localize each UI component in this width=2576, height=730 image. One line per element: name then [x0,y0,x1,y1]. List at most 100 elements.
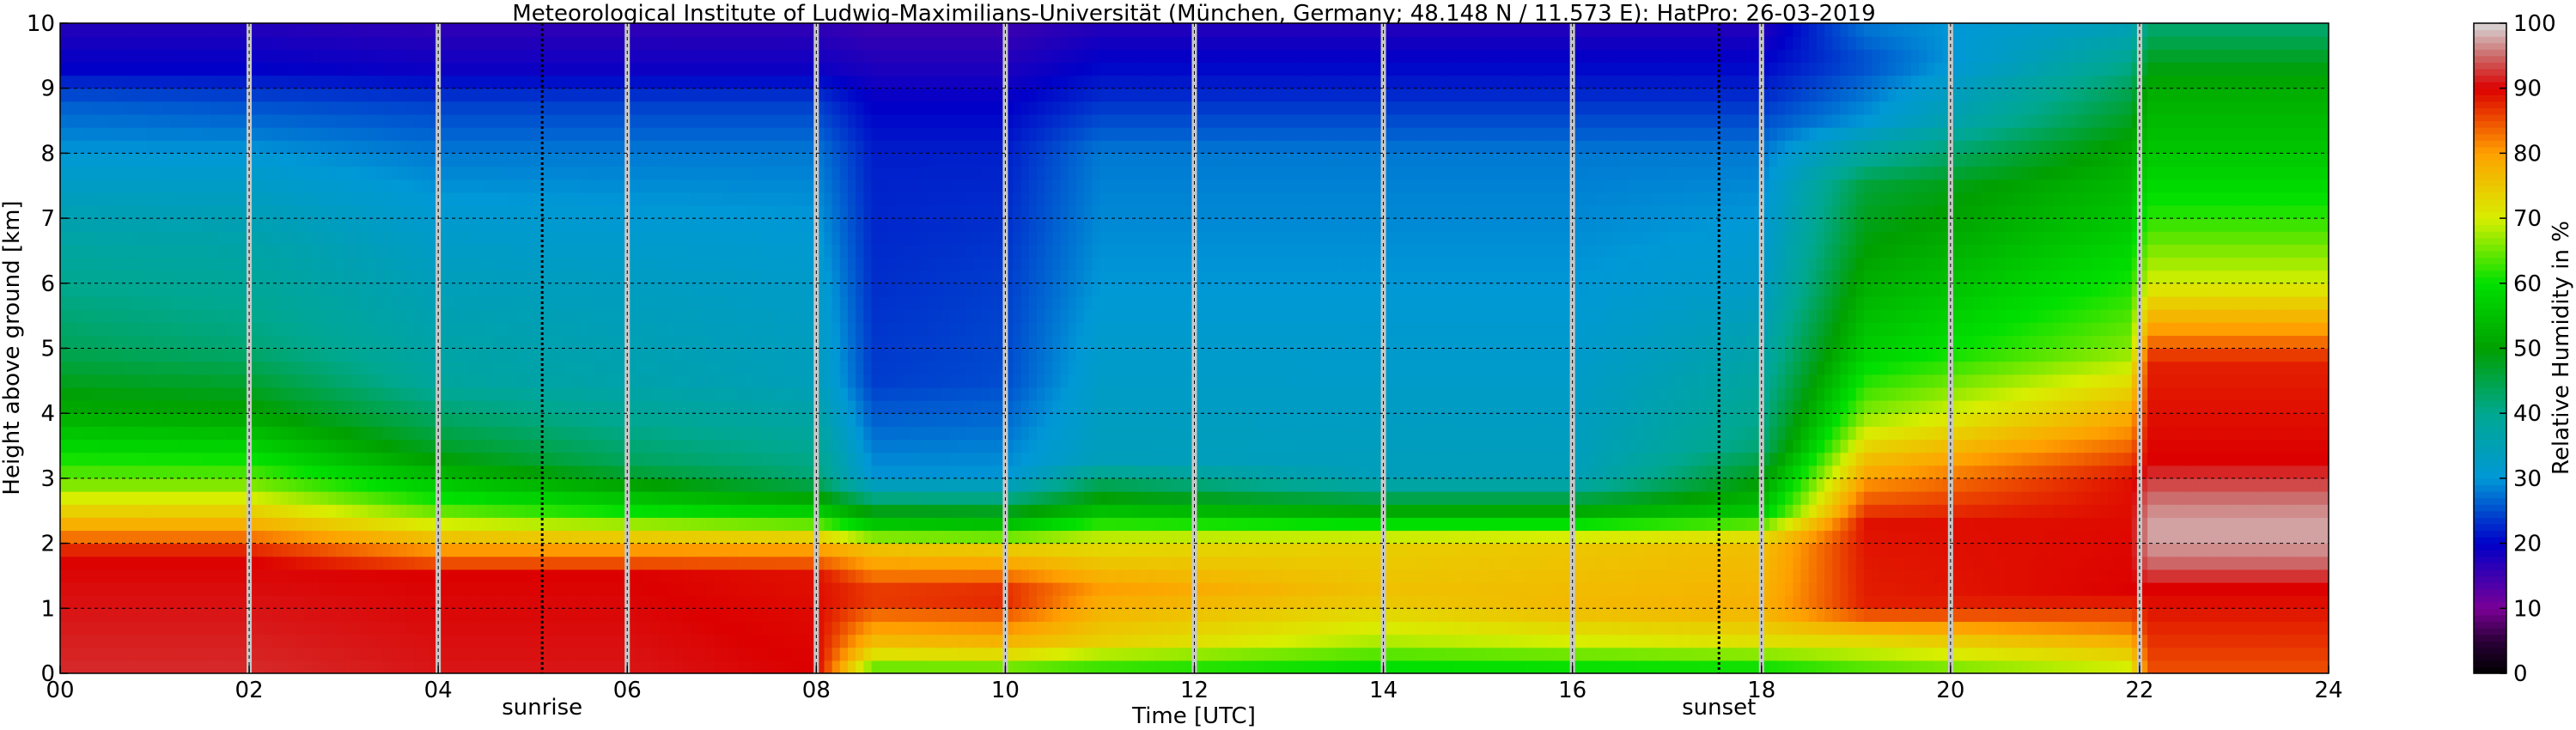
heatmap-cell [563,231,573,245]
heatmap-cell [674,166,684,180]
heatmap-cell [776,660,786,673]
heatmap-cell [320,322,329,336]
heatmap-cell [422,218,431,232]
heatmap-cell [83,660,93,673]
heatmap-cell [800,660,809,673]
heatmap-cell [217,257,227,271]
heatmap-cell [588,543,597,557]
heatmap-cell [351,335,361,350]
heatmap-cell [202,153,210,167]
heatmap-cell [351,309,361,323]
heatmap-cell [202,192,210,206]
heatmap-cell [769,595,778,609]
heatmap-cell [761,361,770,375]
heatmap-cell [367,569,376,583]
heatmap-cell [202,322,210,336]
heatmap-cell [722,75,731,89]
heatmap-cell [186,582,195,596]
heatmap-cell [170,517,180,532]
heatmap-cell [839,153,849,167]
heatmap-cell [697,179,707,193]
heatmap-cell [729,634,739,648]
heatmap-cell [761,113,770,128]
heatmap-cell [784,465,794,479]
heatmap-cell [478,192,486,206]
heatmap-cell [210,647,218,661]
heatmap-cell [705,62,715,76]
heatmap-cell [761,621,770,636]
heatmap-cell [382,49,392,64]
heatmap-cell [210,491,218,505]
heatmap-cell [288,231,297,245]
heatmap-cell [233,179,242,193]
heatmap-cell [225,413,234,427]
heatmap-cell [391,204,399,219]
heatmap-cell [233,257,242,271]
heatmap-cell [714,647,722,661]
heatmap-cell [642,192,652,206]
heatmap-cell [478,517,486,532]
heatmap-cell [697,88,707,102]
heatmap-cell [359,257,368,271]
heatmap-cell [792,386,801,401]
heatmap-cell [131,517,140,532]
heatmap-cell [91,439,100,453]
heatmap-cell [202,595,210,609]
heatmap-cell [115,647,124,661]
heatmap-cell [800,75,809,89]
heatmap-cell [155,582,163,596]
heatmap-cell [595,335,605,350]
heatmap-cell [611,283,620,297]
heatmap-cell [516,127,526,141]
heatmap-cell [399,295,408,310]
heatmap-cell [446,595,455,609]
heatmap-cell [697,309,707,323]
heatmap-cell [635,322,644,336]
heatmap-cell [603,100,612,115]
heatmap-cell [454,608,463,623]
heatmap-cell [603,595,612,609]
heatmap-cell [761,491,770,505]
heatmap-cell [68,179,76,193]
heatmap-cell [769,62,778,76]
heatmap-cell [769,192,778,206]
heatmap-cell [217,595,227,609]
heatmap-cell [272,452,282,466]
heatmap-cell [107,62,116,76]
heatmap-cell [382,179,392,193]
heatmap-cell [265,478,274,492]
heatmap-cell [91,36,100,50]
heatmap-cell [776,452,786,466]
heatmap-cell [193,322,203,336]
heatmap-cell [650,556,660,570]
heatmap-cell [146,569,155,583]
heatmap-cell [131,257,140,271]
heatmap-cell [304,153,314,167]
heatmap-cell [414,218,423,232]
heatmap-cell [178,218,187,232]
heatmap-cell [461,231,471,245]
heatmap-cell [674,204,684,219]
heatmap-cell [304,140,314,154]
heatmap-cell [422,491,431,505]
heatmap-cell [642,23,652,37]
heatmap-cell [217,634,227,648]
heatmap-cell [761,140,770,154]
heatmap-cell [745,62,754,76]
heatmap-cell [603,335,612,350]
heatmap-cell [831,179,841,193]
heatmap-cell [138,361,148,375]
heatmap-cell [335,140,344,154]
heatmap-cell [170,166,180,180]
heatmap-cell [210,478,218,492]
heatmap-cell [611,439,620,453]
heatmap-cell [525,166,533,180]
heatmap-cell [225,192,234,206]
heatmap-cell [146,413,155,427]
heatmap-cell [776,218,786,232]
heatmap-cell [784,218,794,232]
heatmap-cell [745,322,754,336]
heatmap-cell [533,204,541,219]
heatmap-cell [162,465,171,479]
heatmap-cell [76,348,85,362]
